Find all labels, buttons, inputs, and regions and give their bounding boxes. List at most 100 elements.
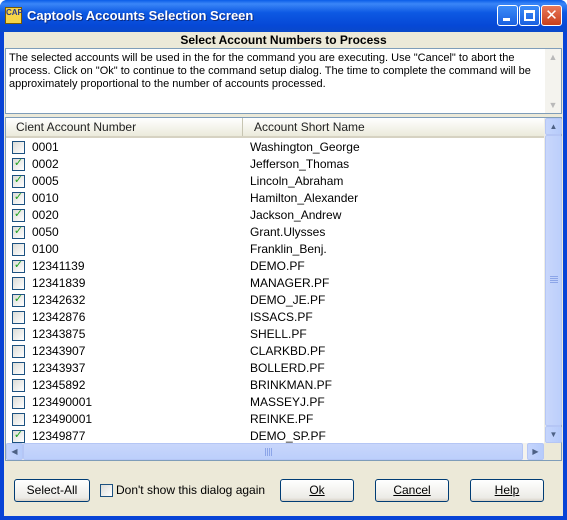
accounts-list: Cient Account Number Account Short Name …: [5, 117, 562, 461]
checkmark-icon: ✓: [13, 156, 24, 169]
account-number: 12342876: [32, 310, 86, 324]
account-number: 0005: [32, 174, 59, 188]
row-checkbox[interactable]: [12, 413, 25, 426]
row-checkbox[interactable]: ✓: [12, 207, 25, 222]
account-short-name: BRINKMAN.PF: [250, 378, 333, 392]
dont-show-label[interactable]: Don't show this dialog again: [116, 483, 265, 497]
column-header-account-number[interactable]: Cient Account Number: [6, 118, 243, 136]
account-number: 0001: [32, 140, 59, 154]
scroll-down-button[interactable]: ▼: [545, 426, 562, 443]
column-header-short-name[interactable]: Account Short Name: [244, 118, 545, 136]
scroll-up-button[interactable]: ▲: [545, 118, 562, 135]
thumb-grip: [265, 448, 266, 456]
account-number: 123490001: [32, 412, 93, 426]
row-checkbox[interactable]: ✓: [12, 173, 25, 188]
row-checkbox[interactable]: ✓: [12, 428, 25, 443]
list-row[interactable]: 12345892 BRINKMAN.PF: [6, 376, 545, 393]
row-checkbox[interactable]: [12, 345, 25, 358]
description-box: The selected accounts will be used in th…: [5, 48, 562, 114]
cancel-label: Cancel: [393, 483, 431, 497]
list-row[interactable]: 12343937 BOLLERD.PF: [6, 359, 545, 376]
list-row[interactable]: 123490001 MASSEYJ.PF: [6, 393, 545, 410]
dont-show-checkbox[interactable]: [100, 484, 113, 497]
list-row[interactable]: ✓ 0050 Grant.Ulysses: [6, 223, 545, 240]
thumb-grip: [550, 280, 558, 281]
account-short-name: Jackson_Andrew: [250, 208, 342, 222]
list-row[interactable]: ✓ 0002 Jefferson_Thomas: [6, 155, 545, 172]
list-row[interactable]: 0001 Washington_George: [6, 138, 545, 155]
list-row[interactable]: ✓ 0005 Lincoln_Abraham: [6, 172, 545, 189]
account-number: 0100: [32, 242, 59, 256]
account-short-name: Washington_George: [250, 140, 360, 154]
thumb-grip: [269, 448, 270, 456]
list-row[interactable]: 0100 Franklin_Benj.: [6, 240, 545, 257]
account-number: 0010: [32, 191, 59, 205]
thumb-grip: [550, 276, 558, 277]
row-checkbox[interactable]: [12, 141, 25, 154]
maximize-button[interactable]: [519, 5, 540, 26]
list-row[interactable]: ✓ 0010 Hamilton_Alexander: [6, 189, 545, 206]
maximize-icon: [524, 10, 535, 21]
account-short-name: DEMO_SP.PF: [250, 429, 326, 443]
list-vertical-scrollbar[interactable]: ▲ ▼: [544, 118, 562, 443]
vertical-scroll-thumb[interactable]: [545, 135, 562, 426]
row-checkbox[interactable]: ✓: [12, 258, 25, 273]
scroll-right-button[interactable]: ▶: [527, 443, 544, 460]
account-short-name: REINKE.PF: [250, 412, 314, 426]
close-button[interactable]: ✕: [541, 5, 562, 26]
list-row[interactable]: 12343907 CLARKBD.PF: [6, 342, 545, 359]
list-row[interactable]: ✓ 12341139 DEMO.PF: [6, 257, 545, 274]
checkmark-icon: ✓: [13, 173, 24, 186]
row-checkbox[interactable]: [12, 328, 25, 341]
account-number: 12343907: [32, 344, 86, 358]
list-row[interactable]: 12343875 SHELL.PF: [6, 325, 545, 342]
help-button[interactable]: Help: [470, 479, 544, 502]
list-horizontal-scrollbar[interactable]: ◀ ▶: [6, 443, 561, 460]
description-scrollbar[interactable]: ▲ ▼: [545, 49, 561, 113]
dialog-body: Select Account Numbers to Process The se…: [4, 32, 563, 516]
select-all-button[interactable]: Select-All: [14, 479, 90, 502]
minimize-button[interactable]: [497, 5, 518, 26]
row-checkbox[interactable]: ✓: [12, 224, 25, 239]
list-row[interactable]: 12341839 MANAGER.PF: [6, 274, 545, 291]
row-checkbox[interactable]: [12, 277, 25, 290]
list-row[interactable]: ✓ 0020 Jackson_Andrew: [6, 206, 545, 223]
thumb-grip: [271, 448, 272, 456]
list-row[interactable]: ✓ 12342632 DEMO_JE.PF: [6, 291, 545, 308]
dialog-window: CAP Captools Accounts Selection Screen ✕…: [0, 0, 567, 520]
list-row[interactable]: 12342876 ISSACS.PF: [6, 308, 545, 325]
account-number: 12343937: [32, 361, 86, 375]
ok-button[interactable]: Ok: [280, 479, 354, 502]
close-icon: ✕: [545, 6, 558, 24]
account-short-name: BOLLERD.PF: [250, 361, 325, 375]
thumb-grip: [550, 278, 558, 279]
row-checkbox[interactable]: [12, 379, 25, 392]
list-row[interactable]: ✓ 12349877 DEMO_SP.PF: [6, 427, 545, 444]
list-row[interactable]: 123490001 REINKE.PF: [6, 410, 545, 427]
row-checkbox[interactable]: ✓: [12, 156, 25, 171]
checkmark-icon: ✓: [13, 224, 24, 237]
row-checkbox[interactable]: [12, 243, 25, 256]
row-checkbox[interactable]: ✓: [12, 292, 25, 307]
account-short-name: Jefferson_Thomas: [250, 157, 350, 171]
horizontal-scroll-thumb[interactable]: [23, 443, 523, 460]
account-number: 0020: [32, 208, 59, 222]
scrollbar-corner: [544, 443, 561, 460]
account-short-name: Hamilton_Alexander: [250, 191, 359, 205]
account-number: 123490001: [32, 395, 93, 409]
row-checkbox[interactable]: [12, 396, 25, 409]
title-bar[interactable]: CAP Captools Accounts Selection Screen ✕: [0, 0, 567, 32]
minimize-icon: [503, 18, 510, 21]
account-short-name: DEMO.PF: [250, 259, 305, 273]
account-number: 0050: [32, 225, 59, 239]
account-short-name: MANAGER.PF: [250, 276, 330, 290]
scroll-up-icon[interactable]: ▲: [545, 49, 561, 65]
row-checkbox[interactable]: ✓: [12, 190, 25, 205]
app-icon[interactable]: CAP: [5, 7, 23, 24]
scroll-left-button[interactable]: ◀: [6, 443, 23, 460]
scroll-down-icon[interactable]: ▼: [545, 97, 561, 113]
row-checkbox[interactable]: [12, 362, 25, 375]
cancel-button[interactable]: Cancel: [375, 479, 449, 502]
row-checkbox[interactable]: [12, 311, 25, 324]
thumb-grip: [267, 448, 268, 456]
